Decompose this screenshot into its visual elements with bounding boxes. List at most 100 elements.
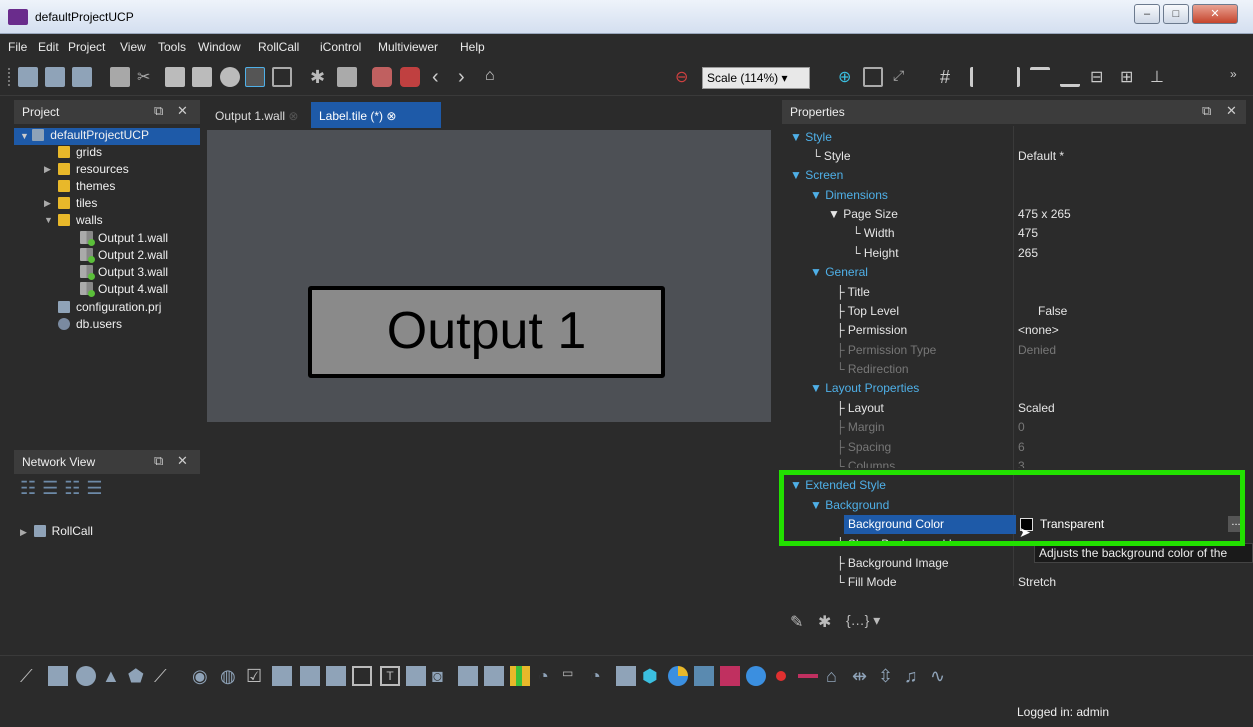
tree-item-wall[interactable]: Output 3.wall (80, 265, 168, 282)
menu-edit[interactable]: Edit (38, 40, 59, 54)
waveform-widget-icon[interactable]: ∿ (930, 666, 950, 686)
copy-icon[interactable] (165, 67, 185, 87)
prop-row-width[interactable]: └ Width 475 (782, 224, 1244, 243)
prop-row-layout[interactable]: ├ Layout Scaled (782, 399, 1244, 418)
chart-widget-icon[interactable] (694, 666, 714, 686)
save-project-icon[interactable] (72, 67, 92, 87)
edit-icon[interactable]: ✎ (790, 612, 803, 632)
tab-close-icon[interactable]: ⊗ (386, 109, 396, 123)
speaker-widget-icon[interactable]: ♫ (904, 666, 924, 686)
align-vcenter-icon[interactable]: ⊟ (1090, 67, 1110, 87)
counter-widget-icon[interactable]: ▭ (562, 666, 582, 686)
house-widget-icon[interactable]: ⌂ (826, 666, 846, 686)
float-icon[interactable]: ⧉ (1202, 103, 1211, 119)
tree-item-config[interactable]: configuration.prj (58, 300, 161, 317)
minimize-button[interactable]: – (1134, 4, 1160, 24)
float-icon[interactable]: ⧉ (154, 103, 163, 119)
triangle-widget-icon[interactable]: ▲ (102, 666, 122, 686)
network-item-rollcall[interactable]: ▶ RollCall (20, 524, 93, 541)
rectangle-widget-icon[interactable] (48, 666, 68, 686)
menu-rollcall[interactable]: RollCall (258, 40, 299, 54)
prop-row-style-group[interactable]: ▼ Style (782, 128, 1244, 147)
text-widget-icon[interactable]: T (380, 666, 400, 686)
align-right-icon[interactable] (1000, 67, 1020, 87)
menu-multiviewer[interactable]: Multiviewer (378, 40, 438, 54)
combobox-widget-icon[interactable] (272, 666, 292, 686)
polygon-widget-icon[interactable]: ⬟ (128, 666, 148, 686)
expand-all-icon[interactable]: ☷ (20, 478, 42, 498)
tree-item-grids[interactable]: grids (58, 145, 102, 162)
tree-item-tiles[interactable]: tiles (58, 196, 97, 213)
prop-row-fill-mode[interactable]: └ Fill Mode Stretch (782, 573, 1244, 592)
gear-icon[interactable]: ✱ (818, 612, 831, 632)
video-widget-icon[interactable] (484, 666, 504, 686)
tab-close-icon[interactable]: ⊗ (288, 109, 298, 123)
prop-row-height[interactable]: └ Height 265 (782, 244, 1244, 263)
prop-row-page-size[interactable]: ▼ Page Size 475 x 265 (782, 205, 1244, 224)
ellipse-widget-icon[interactable] (76, 666, 96, 686)
paste-icon[interactable] (192, 67, 212, 87)
prop-row-style[interactable]: └ Style Default * (782, 147, 1244, 166)
back-icon[interactable]: ‹ (432, 67, 452, 87)
settings-icon[interactable]: ✱ (310, 67, 330, 87)
radio-widget-icon[interactable]: ◙ (432, 666, 452, 686)
save-icon[interactable] (110, 67, 130, 87)
menu-help[interactable]: Help (460, 40, 485, 54)
prop-row-margin[interactable]: ├ Margin 0 (782, 418, 1244, 437)
frame-widget-icon[interactable] (352, 666, 372, 686)
polyline-widget-icon[interactable]: ⟋ (154, 666, 174, 686)
output-label-tile[interactable]: Output 1 (308, 286, 665, 378)
expand-icon[interactable]: ⤢ (893, 67, 913, 87)
close-button[interactable]: ✕ (1192, 4, 1238, 24)
shape-widget-icon[interactable]: ⬢ (642, 666, 662, 686)
tree-item-wall[interactable]: Output 4.wall (80, 282, 168, 299)
list-icon[interactable]: ☰ (86, 478, 108, 498)
bar-widget-icon[interactable] (798, 674, 818, 678)
table-widget-icon[interactable] (406, 666, 426, 686)
close-icon[interactable]: ✕ (1226, 103, 1237, 119)
grid-widget-icon[interactable] (720, 666, 740, 686)
tree-item-walls[interactable]: walls (58, 213, 103, 230)
close-icon[interactable]: ✕ (177, 103, 188, 119)
globe-widget-icon[interactable] (746, 666, 766, 686)
prop-row-title[interactable]: ├ Title (782, 283, 1244, 302)
slider-widget-icon[interactable] (326, 666, 346, 686)
timer-widget-icon[interactable]: ◔ (590, 666, 610, 686)
expand-arrow-icon[interactable]: ▶ (44, 164, 51, 175)
record-widget-icon[interactable] (776, 671, 786, 681)
menu-view[interactable]: View (120, 40, 146, 54)
collapse-all-icon[interactable]: ☰ (42, 478, 64, 498)
properties-icon[interactable] (245, 67, 265, 87)
prop-row-layout-properties[interactable]: ▼ Layout Properties (782, 379, 1244, 398)
toolbar-overflow-button[interactable]: » (1230, 67, 1250, 87)
collapse-arrow-icon[interactable]: ▼ (44, 215, 53, 225)
filter-icon[interactable]: ☷ (64, 478, 86, 498)
disconnect-icon[interactable] (400, 67, 420, 87)
meter-widget-icon[interactable] (510, 666, 530, 686)
menu-project[interactable]: Project (68, 40, 105, 54)
prop-row-top-level[interactable]: ├ Top Level False (782, 302, 1244, 321)
prop-row-redirection[interactable]: └ Redirection (782, 360, 1244, 379)
align-left-icon[interactable] (970, 67, 990, 87)
tree-item-themes[interactable]: themes (58, 179, 115, 196)
zoom-out-icon[interactable]: ⊖ (675, 67, 695, 87)
zoom-in-icon[interactable]: ⊕ (838, 67, 858, 87)
tree-item-wall[interactable]: Output 1.wall (80, 231, 168, 248)
prop-row-spacing[interactable]: ├ Spacing 6 (782, 438, 1244, 457)
menu-file[interactable]: File (8, 40, 27, 54)
checkbox-widget-icon[interactable]: ☑ (246, 666, 266, 686)
fit-icon[interactable] (863, 67, 883, 87)
lock-icon[interactable] (220, 67, 240, 87)
open-project-icon[interactable] (45, 67, 65, 87)
prop-row-permission[interactable]: ├ Permission <none> (782, 321, 1244, 340)
forward-icon[interactable]: › (458, 67, 478, 87)
menu-icontrol[interactable]: iControl (320, 40, 361, 54)
snap-grid-icon[interactable]: # (940, 67, 960, 87)
tree-item-root[interactable]: ▼ defaultProjectUCP (14, 128, 200, 145)
grid-icon[interactable] (272, 67, 292, 87)
prop-row-permission-type[interactable]: ├ Permission Type Denied (782, 341, 1244, 360)
prop-row-general[interactable]: ▼ General (782, 263, 1244, 282)
align-bottom-icon[interactable] (1060, 67, 1080, 87)
cut-icon[interactable]: ✂ (137, 67, 157, 87)
script-icon[interactable]: {…} ▾ (846, 612, 880, 629)
